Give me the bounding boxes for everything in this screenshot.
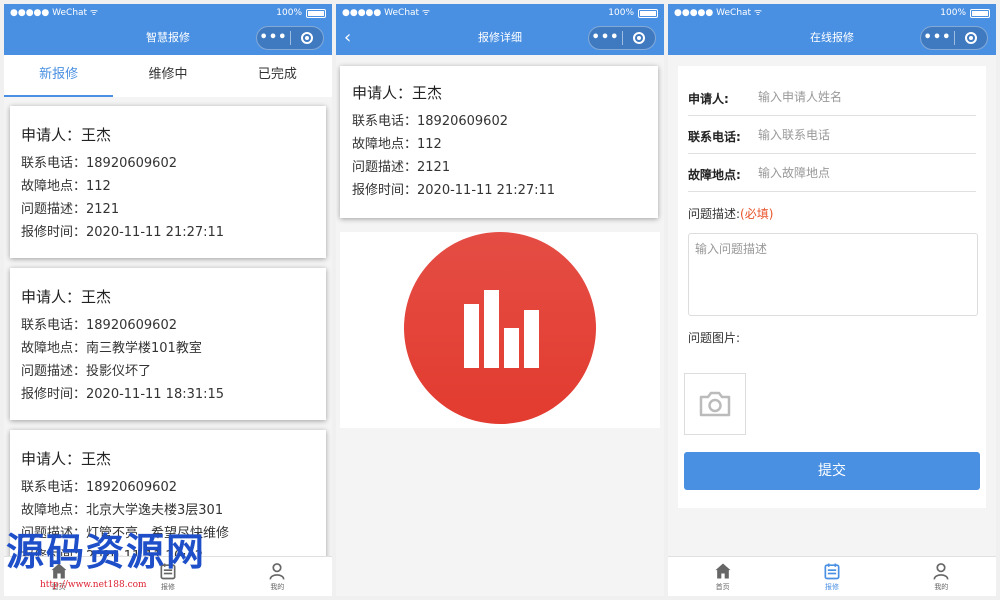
phone-row: 联系电话：18920609602: [21, 156, 177, 171]
carrier-label: ●●●●● WeChat ᯤ: [10, 8, 99, 18]
carrier-label: ●●●●● WeChat ᯤ: [674, 8, 763, 18]
tab-new[interactable]: 新报修: [4, 55, 114, 97]
applicant-name: 申请人：王杰: [21, 126, 112, 144]
tabbar-repair-label: 报修: [824, 583, 839, 591]
desc-row: 问题描述：投影仪坏了: [21, 364, 152, 379]
submit-button[interactable]: 提交: [684, 452, 980, 490]
repair-detail-card: 申请人：王杰 联系电话：18920609602 故障地点：112 问题描述：21…: [340, 66, 658, 218]
carrier-label: ●●●●● WeChat ᯤ: [342, 8, 431, 18]
place-label: 故障地点:: [688, 168, 741, 182]
more-dots-icon[interactable]: •••: [589, 27, 622, 49]
repair-card[interactable]: 申请人：王杰 联系电话：18920609602 故障地点：112 问题描述：21…: [10, 106, 326, 258]
place-row: 故障地点：112: [352, 137, 442, 152]
repair-card[interactable]: 申请人：王杰 联系电话：18920609602 故障地点：南三教学楼101教室 …: [10, 268, 326, 420]
tabbar-mine[interactable]: 我的: [223, 557, 332, 596]
battery-icon: [970, 8, 990, 18]
capsule-menu[interactable]: •••: [256, 26, 324, 50]
watermark-text: 源码资源网: [6, 530, 207, 574]
user-icon: [933, 563, 949, 580]
applicant-row: 申请人:: [688, 78, 976, 116]
nav-bar: ●●●●● WeChat ᯤ 100% 智慧报修 •••: [4, 4, 332, 55]
tab-bar: 首页 报修 我的: [668, 556, 996, 596]
desc-row: 问题描述：2121: [21, 202, 120, 217]
tabbar-home-label: 首页: [715, 583, 730, 591]
applicant-name: 申请人：王杰: [21, 450, 112, 468]
desc-textarea[interactable]: [688, 233, 978, 316]
applicant-name: 申请人：王杰: [21, 288, 112, 306]
image-label: 问题图片:: [688, 331, 741, 345]
phone-detail-screen: ●●●●● WeChat ᯤ 100% ‹ 报修详细 ••• 申请人：王杰 联系…: [336, 4, 664, 596]
desc-row: 问题描述：2121: [352, 160, 451, 175]
required-badge: (必填): [740, 207, 774, 221]
battery-label: 100%: [940, 8, 966, 18]
tabbar-mine-label: 我的: [934, 583, 949, 591]
place-row: 故障地点:: [688, 154, 976, 192]
user-icon: [269, 563, 285, 580]
phone-input[interactable]: [758, 124, 968, 146]
applicant-input[interactable]: [758, 86, 968, 108]
more-dots-icon[interactable]: •••: [257, 27, 290, 49]
upload-image-button[interactable]: [684, 373, 746, 435]
battery-label: 100%: [276, 8, 302, 18]
tabbar-home[interactable]: 首页: [668, 557, 777, 596]
repair-form: 申请人: 联系电话: 故障地点: 问题描述:(必填) 问题图片: 提交: [678, 66, 986, 508]
time-row: 报修时间：2020-11-11 21:27:11: [21, 225, 225, 240]
tabbar-repair[interactable]: 报修: [777, 557, 886, 596]
nav-bar: ●●●●● WeChat ᯤ 100% ‹ 报修详细 •••: [336, 4, 664, 55]
tabbar-mine-label: 我的: [270, 583, 285, 591]
battery-indicator: 100%: [276, 4, 326, 22]
tabbar-repair-label: 报修: [160, 583, 175, 591]
time-row: 报修时间：2020-11-11 18:31:15: [21, 387, 225, 402]
battery-icon: [638, 8, 658, 18]
battery-icon: [306, 8, 326, 18]
phone-row: 联系电话：18920609602: [352, 114, 508, 129]
detail-image: [340, 232, 660, 428]
battery-label: 100%: [608, 8, 634, 18]
phone-row: 联系电话:: [688, 116, 976, 154]
phone-label: 联系电话:: [688, 130, 741, 144]
home-icon: [715, 563, 731, 579]
capsule-menu[interactable]: •••: [920, 26, 988, 50]
place-input[interactable]: [758, 162, 968, 184]
watermark-url: http://www.net188.com: [40, 580, 147, 590]
close-circle-icon[interactable]: [291, 32, 323, 44]
phone-list-screen: ●●●●● WeChat ᯤ 100% 智慧报修 ••• 新报修 维修中 已完成…: [4, 4, 332, 596]
calendar-icon: [824, 563, 840, 580]
time-row: 报修时间：2020-11-11 21:27:11: [352, 183, 556, 198]
tab-completed[interactable]: 已完成: [223, 55, 332, 97]
tabbar-mine[interactable]: 我的: [887, 557, 996, 596]
status-bar: ●●●●● WeChat ᯤ 100%: [668, 4, 996, 22]
place-row: 故障地点：北京大学逸夫楼3层301: [21, 503, 224, 518]
place-row: 故障地点：南三教学楼101教室: [21, 341, 202, 356]
close-circle-icon[interactable]: [623, 32, 655, 44]
status-bar: ●●●●● WeChat ᯤ 100%: [4, 4, 332, 22]
tab-in-repair[interactable]: 维修中: [113, 55, 222, 97]
status-tabs: 新报修 维修中 已完成: [4, 55, 332, 97]
phone-form-screen: ●●●●● WeChat ᯤ 100% 在线报修 ••• 申请人: 联系电话: …: [668, 4, 996, 596]
capsule-menu[interactable]: •••: [588, 26, 656, 50]
status-bar: ●●●●● WeChat ᯤ 100%: [336, 4, 664, 22]
phone-row: 联系电话：18920609602: [21, 480, 177, 495]
place-row: 故障地点：112: [21, 179, 111, 194]
battery-indicator: 100%: [608, 4, 658, 22]
nav-bar: ●●●●● WeChat ᯤ 100% 在线报修 •••: [668, 4, 996, 55]
close-circle-icon[interactable]: [955, 32, 987, 44]
applicant-label: 申请人:: [688, 92, 729, 106]
camera-icon: [699, 391, 731, 417]
battery-indicator: 100%: [940, 4, 990, 22]
bar-chart-icon: [404, 232, 596, 424]
more-dots-icon[interactable]: •••: [921, 27, 954, 49]
desc-label-wrap: 问题描述:(必填): [688, 205, 773, 222]
applicant-name: 申请人：王杰: [352, 84, 443, 102]
phone-row: 联系电话：18920609602: [21, 318, 177, 333]
desc-label: 问题描述:: [688, 207, 741, 221]
